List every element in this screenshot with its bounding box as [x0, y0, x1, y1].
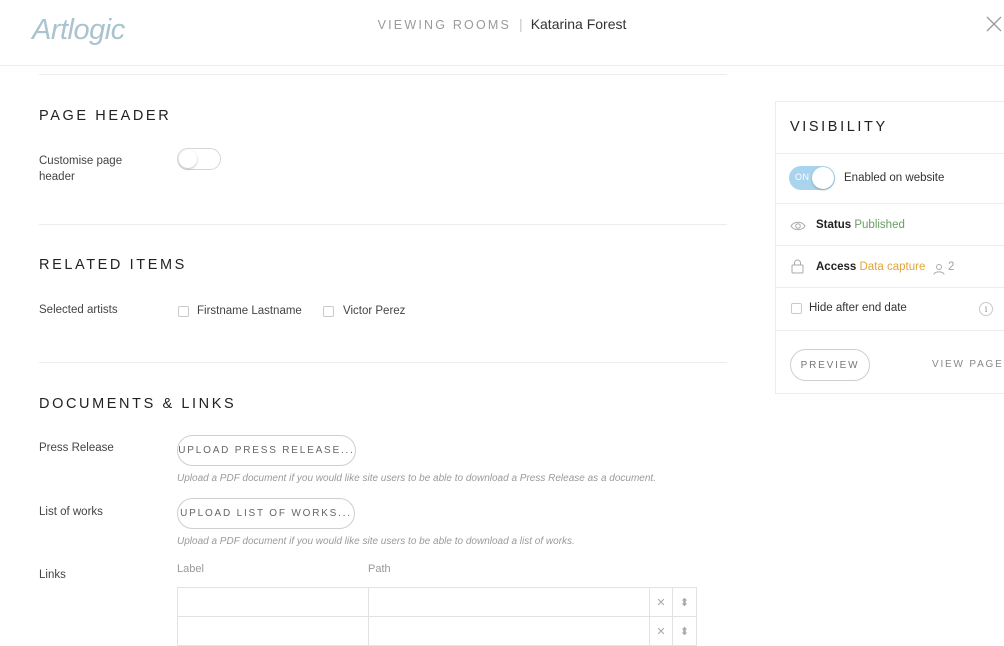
- visibility-divider-5: [776, 330, 1004, 331]
- visibility-divider-3: [776, 245, 1004, 246]
- upload-list-of-works-button[interactable]: UPLOAD LIST OF WORKS...: [177, 498, 355, 529]
- visibility-divider-4: [776, 287, 1004, 288]
- visibility-divider-1: [776, 153, 1004, 154]
- hide-after-end-date-checkbox[interactable]: [791, 303, 802, 314]
- enabled-on-website-label: Enabled on website: [844, 172, 945, 184]
- section-divider-2: [39, 362, 727, 363]
- customise-page-header-toggle[interactable]: [177, 148, 221, 170]
- page-header-section-title: PAGE HEADER: [39, 108, 172, 124]
- breadcrumb-separator: |: [519, 16, 523, 32]
- user-icon: [933, 262, 945, 275]
- toggle-on-text: ON: [795, 172, 810, 182]
- preview-button[interactable]: PREVIEW: [790, 349, 870, 381]
- press-release-hint: Upload a PDF document if you would like …: [177, 473, 656, 484]
- toggle-knob: [812, 167, 834, 189]
- toggle-knob: [179, 150, 197, 168]
- access-row: Access Data capture: [816, 261, 925, 273]
- top-divider: [39, 74, 727, 75]
- hide-after-end-date-label[interactable]: Hide after end date: [809, 302, 907, 314]
- remove-link-icon[interactable]: ✕: [649, 587, 673, 617]
- link-label-input[interactable]: [177, 587, 369, 617]
- status-label: Status: [816, 219, 852, 231]
- customise-label-line1: Customise page: [39, 155, 123, 167]
- upload-press-release-button[interactable]: UPLOAD PRESS RELEASE...: [177, 435, 356, 466]
- visibility-divider-2: [776, 203, 1004, 204]
- visibility-title: VISIBILITY: [790, 119, 888, 135]
- header-divider: [0, 65, 1004, 66]
- breadcrumb-section[interactable]: VIEWING ROOMS: [378, 18, 511, 32]
- links-column-path: Path: [368, 563, 391, 575]
- access-label: Access: [816, 261, 857, 273]
- info-icon[interactable]: i: [979, 302, 993, 316]
- status-value[interactable]: Published: [854, 219, 905, 231]
- links-column-label: Label: [177, 563, 204, 575]
- selected-artists-label: Selected artists: [39, 304, 118, 316]
- access-count: 2: [948, 261, 955, 273]
- access-value[interactable]: Data capture: [860, 261, 926, 273]
- reorder-link-icon[interactable]: ⬍: [672, 587, 697, 617]
- list-of-works-hint: Upload a PDF document if you would like …: [177, 536, 575, 547]
- press-release-label: Press Release: [39, 442, 114, 454]
- links-label: Links: [39, 569, 66, 581]
- view-page-link[interactable]: VIEW PAGE: [932, 359, 1004, 370]
- artist-checkbox-victor-perez[interactable]: [323, 306, 334, 317]
- breadcrumb: VIEWING ROOMS | Katarina Forest: [0, 16, 1004, 32]
- lock-icon: [791, 259, 804, 274]
- artist-label-firstname-lastname[interactable]: Firstname Lastname: [197, 305, 302, 317]
- related-items-section-title: RELATED ITEMS: [39, 257, 187, 273]
- customise-label-line2: header: [39, 171, 75, 183]
- artist-checkbox-firstname-lastname[interactable]: [178, 306, 189, 317]
- customise-page-header-label: Customise page header: [39, 153, 122, 185]
- enabled-on-website-toggle[interactable]: ON: [789, 166, 835, 190]
- status-row: Status Published: [816, 219, 905, 231]
- page-title: Katarina Forest: [530, 16, 627, 32]
- list-of-works-label: List of works: [39, 506, 103, 518]
- eye-icon: [790, 219, 806, 231]
- artist-label-victor-perez[interactable]: Victor Perez: [343, 305, 405, 317]
- documents-links-section-title: DOCUMENTS & LINKS: [39, 396, 237, 412]
- section-divider-1: [39, 224, 727, 225]
- close-icon[interactable]: [985, 15, 1003, 33]
- link-path-input[interactable]: [368, 587, 650, 617]
